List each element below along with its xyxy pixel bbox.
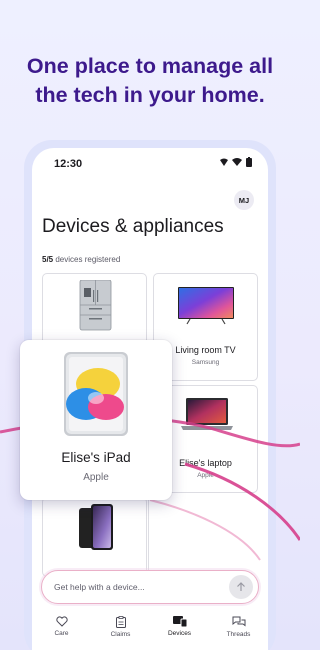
status-bar: 12:30: [32, 148, 268, 178]
registered-count-value: 5/5: [42, 255, 54, 264]
help-input[interactable]: [54, 571, 224, 602]
status-time: 12:30: [54, 158, 83, 170]
nav-item-care[interactable]: Care: [36, 610, 88, 637]
device-card-elises-ipad[interactable]: Elise's iPad Apple: [20, 340, 172, 500]
wifi-icon: [232, 158, 242, 166]
send-button[interactable]: [229, 575, 253, 599]
registered-count: 5/5 devices registered: [42, 255, 120, 264]
nav-label: Devices: [167, 630, 192, 637]
registered-count-label: devices registered: [55, 255, 121, 264]
tablet-icon: [64, 352, 128, 436]
battery-icon: [246, 157, 252, 167]
nav-item-claims[interactable]: Claims: [95, 610, 147, 638]
signal-icon: [220, 158, 228, 166]
nav-item-devices[interactable]: Devices: [154, 610, 206, 637]
phone-icon: [79, 504, 113, 550]
heart-icon: [55, 616, 68, 627]
popup-device-name: Elise's iPad: [61, 450, 131, 465]
status-icons: [220, 157, 252, 167]
popup-device-brand: Apple: [83, 472, 109, 483]
nav-label: Threads: [226, 631, 251, 638]
nav-label: Care: [54, 630, 69, 637]
chat-bubbles-icon: [232, 616, 245, 627]
refrigerator-icon: [79, 280, 112, 331]
page-title: Devices & appliances: [42, 216, 224, 237]
arrow-up-icon: [237, 582, 245, 591]
grid-divider: [148, 497, 149, 577]
headline-line-2: the tech in your home.: [35, 83, 265, 107]
clipboard-icon: [115, 616, 126, 628]
nav-label: Claims: [110, 631, 131, 638]
nav-item-threads[interactable]: Threads: [213, 610, 265, 638]
device-card-phone[interactable]: [42, 497, 147, 577]
headline-line-1: One place to manage all: [26, 54, 274, 78]
avatar[interactable]: MJ: [234, 190, 254, 210]
tv-icon: [178, 287, 234, 325]
bottom-nav: Care Claims Devices Threads: [32, 610, 268, 650]
promo-headline: One place to manage all the tech in your…: [0, 52, 300, 110]
help-search-bar[interactable]: [41, 570, 259, 604]
devices-icon: [172, 616, 187, 627]
laptop-icon: [181, 398, 233, 430]
